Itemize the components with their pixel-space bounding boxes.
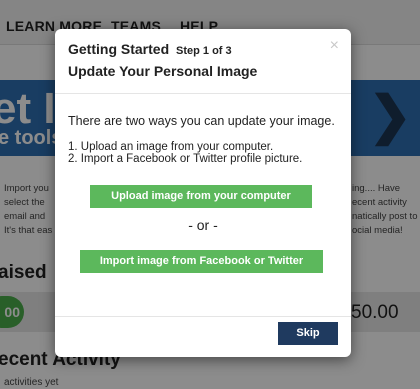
modal-header: Getting Started Step 1 of 3 Update Your … xyxy=(55,29,351,94)
modal-title: Getting Started xyxy=(68,41,170,57)
or-divider: - or - xyxy=(188,217,218,233)
intro-text: There are two ways you can update your i… xyxy=(68,114,335,128)
modal-subtitle: Update Your Personal Image xyxy=(68,63,258,79)
skip-button[interactable]: Skip xyxy=(278,322,338,345)
import-social-image-button[interactable]: Import image from Facebook or Twitter xyxy=(80,250,323,273)
modal-body: There are two ways you can update your i… xyxy=(55,94,351,316)
upload-image-button[interactable]: Upload image from your computer xyxy=(90,185,312,208)
modal-title-row: Getting Started Step 1 of 3 xyxy=(68,41,232,57)
getting-started-modal: Getting Started Step 1 of 3 Update Your … xyxy=(55,29,351,357)
step-indicator: Step 1 of 3 xyxy=(176,45,232,57)
close-icon[interactable]: × xyxy=(330,38,339,54)
option-import-text: 2. Import a Facebook or Twitter profile … xyxy=(68,153,303,165)
option-upload-text: 1. Upload an image from your computer. xyxy=(68,141,274,153)
modal-footer: Skip xyxy=(55,316,351,358)
